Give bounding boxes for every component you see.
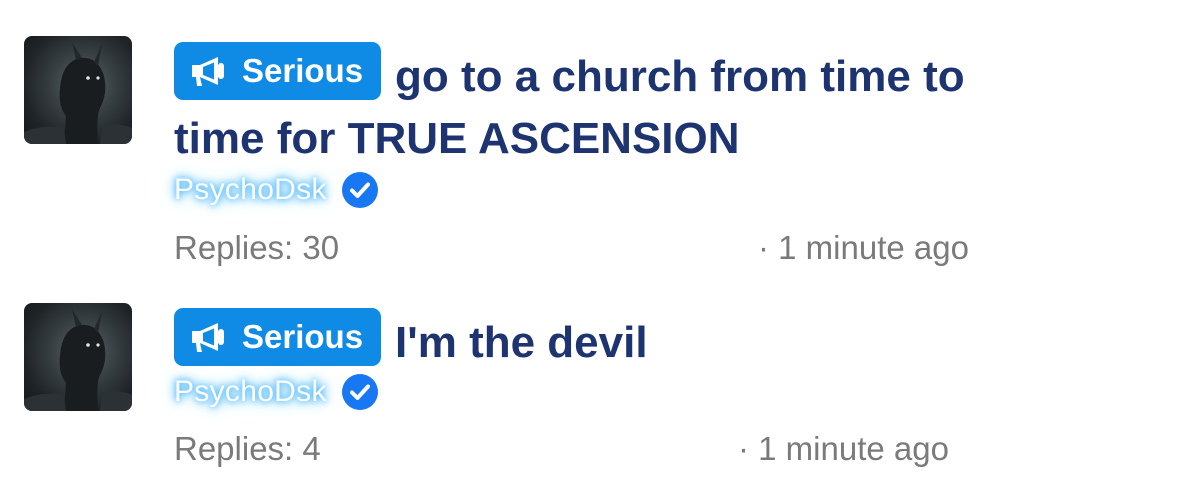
last-post-time[interactable]: · 1 minute ago (738, 430, 949, 468)
reply-count: Replies: 4 (174, 430, 321, 467)
author-row: PsychoDsk (174, 170, 379, 210)
thread-title-text-line1[interactable]: go to a church from time to (395, 52, 965, 101)
avatar-image (24, 42, 132, 144)
megaphone-icon (192, 57, 224, 86)
last-post-time[interactable]: · 1 minute ago (758, 229, 969, 267)
serious-prefix-badge[interactable]: Serious (174, 308, 382, 366)
thread-title[interactable]: Serious go to a church from time to time… (174, 42, 1074, 170)
author-name[interactable]: PsychoDsk (174, 173, 327, 207)
avatar[interactable] (24, 36, 132, 144)
author-name[interactable]: PsychoDsk (174, 375, 327, 409)
thread-title[interactable]: Serious I'm the devil (174, 308, 1074, 374)
avatar-image (24, 309, 132, 411)
thread-meta: Replies: 4 · 1 minute ago (174, 430, 1034, 470)
serious-prefix-badge[interactable]: Serious (174, 42, 382, 100)
megaphone-icon (192, 323, 224, 352)
reply-count: Replies: 30 (174, 229, 340, 266)
thread-title-text-line2[interactable]: time for TRUE ASCENSION (174, 114, 740, 163)
author-row: PsychoDsk (174, 372, 379, 412)
verified-check-icon (341, 374, 378, 410)
prefix-label: Serious (242, 318, 364, 355)
thread-meta: Replies: 30 · 1 minute ago (174, 229, 1034, 269)
avatar[interactable] (24, 303, 132, 411)
thread-title-text[interactable]: I'm the devil (395, 318, 648, 367)
verified-check-icon (341, 172, 378, 208)
prefix-label: Serious (242, 52, 364, 89)
